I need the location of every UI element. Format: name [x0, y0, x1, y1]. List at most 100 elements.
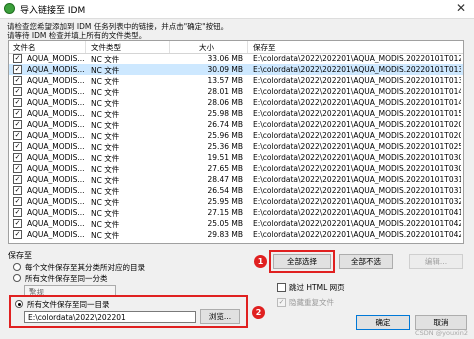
header-save-to[interactable]: 保存至	[253, 42, 276, 53]
row-checkbox[interactable]: ✓	[13, 54, 22, 63]
table-row[interactable]: ✓ AQUA_MODIS... NC 文件 25.36 MB E:\colordata\…	[9, 141, 463, 152]
row-file-name: AQUA_MODIS...	[27, 186, 85, 195]
table-row[interactable]: ✓ AQUA_MODIS... NC 文件 19.51 MB E:\colordata\…	[9, 152, 463, 163]
row-save-path: E:\colordata\2022\202201\AQUA_MODIS.2022…	[253, 164, 461, 173]
row-checkbox[interactable]: ✓	[13, 131, 22, 140]
radio-save-by-category-label: 每个文件保存至其分类所对应的目录	[25, 263, 145, 272]
table-row[interactable]: ✓ AQUA_MODIS... NC 文件 25.95 MB E:\colordata\…	[9, 196, 463, 207]
row-checkbox[interactable]: ✓	[13, 175, 22, 184]
row-file-name: AQUA_MODIS...	[27, 120, 85, 129]
table-row[interactable]: ✓ AQUA_MODIS... NC 文件 28.06 MB E:\colordata\…	[9, 97, 463, 108]
row-size: 33.06 MB	[207, 54, 243, 63]
row-file-name: AQUA_MODIS...	[27, 230, 85, 239]
radio-save-by-category[interactable]	[13, 263, 21, 271]
highlight-box-1	[269, 250, 335, 273]
table-row[interactable]: ✓ AQUA_MODIS... NC 文件 28.01 MB E:\colordata\…	[9, 86, 463, 97]
row-save-path: E:\colordata\2022\202201\AQUA_MODIS.2022…	[253, 197, 461, 206]
table-row[interactable]: ✓ AQUA_MODIS... NC 文件 28.47 MB E:\colordata\…	[9, 174, 463, 185]
deselect-all-button[interactable]: 全部不选	[339, 254, 393, 269]
table-row[interactable]: ✓ AQUA_MODIS... NC 文件 27.15 MB E:\colordata\…	[9, 207, 463, 218]
row-file-name: AQUA_MODIS...	[27, 65, 85, 74]
ok-button[interactable]: 确定	[356, 315, 410, 330]
row-size: 29.83 MB	[207, 230, 243, 239]
idm-app-icon	[4, 3, 15, 14]
row-file-name: AQUA_MODIS...	[27, 175, 85, 184]
row-save-path: E:\colordata\2022\202201\AQUA_MODIS.2022…	[253, 87, 461, 96]
file-list[interactable]: 文件名 文件类型 大小 保存至 ✓ AQUA_MODIS... NC 文件 33.06…	[8, 40, 464, 244]
table-row[interactable]: ✓ AQUA_MODIS... NC 文件 30.09 MB E:\colordata\…	[9, 64, 463, 75]
radio-save-same-category[interactable]	[13, 274, 21, 282]
row-size: 28.47 MB	[207, 175, 243, 184]
row-size: 25.05 MB	[207, 219, 243, 228]
row-checkbox[interactable]: ✓	[13, 208, 22, 217]
hide-duplicates-checkbox[interactable]: ✓	[277, 298, 286, 307]
row-save-path: E:\colordata\2022\202201\AQUA_MODIS.2022…	[253, 65, 461, 74]
row-file-name: AQUA_MODIS...	[27, 131, 85, 140]
row-save-path: E:\colordata\2022\202201\AQUA_MODIS.2022…	[253, 219, 461, 228]
row-file-name: AQUA_MODIS...	[27, 87, 85, 96]
table-row[interactable]: ✓ AQUA_MODIS... NC 文件 27.65 MB E:\colordata\…	[9, 163, 463, 174]
row-size: 19.51 MB	[207, 153, 243, 162]
hide-duplicates-label: 隐藏重复文件	[289, 298, 334, 307]
row-size: 27.15 MB	[207, 208, 243, 217]
edit-button[interactable]: 编辑...	[409, 254, 463, 269]
skip-html-label: 跳过 HTML 网页	[289, 283, 345, 292]
row-save-path: E:\colordata\2022\202201\AQUA_MODIS.2022…	[253, 175, 461, 184]
watermark: CSDN @youxin2	[415, 329, 468, 337]
table-row[interactable]: ✓ AQUA_MODIS... NC 文件 25.05 MB E:\colordata\…	[9, 218, 463, 229]
window-title: 导入链接至 IDM	[20, 6, 86, 16]
row-checkbox[interactable]: ✓	[13, 98, 22, 107]
row-checkbox[interactable]: ✓	[13, 164, 22, 173]
header-file-type[interactable]: 文件类型	[91, 42, 121, 53]
cancel-button[interactable]: 取消	[415, 315, 467, 330]
row-checkbox[interactable]: ✓	[13, 76, 22, 85]
row-file-name: AQUA_MODIS...	[27, 153, 85, 162]
row-save-path: E:\colordata\2022\202201\AQUA_MODIS.2022…	[253, 54, 461, 63]
row-save-path: E:\colordata\2022\202201\AQUA_MODIS.2022…	[253, 153, 461, 162]
table-row[interactable]: ✓ AQUA_MODIS... NC 文件 25.96 MB E:\colordata\…	[9, 130, 463, 141]
row-checkbox[interactable]: ✓	[13, 120, 22, 129]
row-checkbox[interactable]: ✓	[13, 109, 22, 118]
table-row[interactable]: ✓ AQUA_MODIS... NC 文件 13.57 MB E:\colordata\…	[9, 75, 463, 86]
row-file-name: AQUA_MODIS...	[27, 142, 85, 151]
row-checkbox[interactable]: ✓	[13, 197, 22, 206]
row-size: 25.96 MB	[207, 131, 243, 140]
row-checkbox[interactable]: ✓	[13, 65, 22, 74]
annotation-badge-1: 1	[254, 255, 267, 268]
title-bar: 导入链接至 IDM ✕	[0, 0, 474, 19]
row-file-name: AQUA_MODIS...	[27, 208, 85, 217]
radio-save-same-category-label: 所有文件保存至同一分类	[25, 274, 108, 283]
table-row[interactable]: ✓ AQUA_MODIS... NC 文件 25.98 MB E:\colordata\…	[9, 108, 463, 119]
row-checkbox[interactable]: ✓	[13, 186, 22, 195]
row-checkbox[interactable]: ✓	[13, 230, 22, 239]
table-row[interactable]: ✓ AQUA_MODIS... NC 文件 29.83 MB E:\colordata\…	[9, 229, 463, 240]
row-size: 27.65 MB	[207, 164, 243, 173]
table-row[interactable]: ✓ AQUA_MODIS... NC 文件 33.06 MB E:\colordata\…	[9, 53, 463, 64]
row-file-type: NC 文件	[91, 231, 120, 240]
annotation-badge-2: 2	[252, 306, 265, 319]
header-size[interactable]: 大小	[199, 42, 214, 53]
row-checkbox[interactable]: ✓	[13, 219, 22, 228]
row-size: 13.57 MB	[207, 76, 243, 85]
row-file-name: AQUA_MODIS...	[27, 164, 85, 173]
row-size: 28.01 MB	[207, 87, 243, 96]
row-file-name: AQUA_MODIS...	[27, 54, 85, 63]
close-button[interactable]: ✕	[448, 0, 474, 18]
header-file-name[interactable]: 文件名	[13, 42, 36, 53]
table-row[interactable]: ✓ AQUA_MODIS... NC 文件 26.74 MB E:\colordata\…	[9, 119, 463, 130]
row-size: 26.74 MB	[207, 120, 243, 129]
row-file-name: AQUA_MODIS...	[27, 76, 85, 85]
row-size: 25.36 MB	[207, 142, 243, 151]
row-checkbox[interactable]: ✓	[13, 87, 22, 96]
row-file-name: AQUA_MODIS...	[27, 98, 85, 107]
table-row[interactable]: ✓ AQUA_MODIS... NC 文件 26.54 MB E:\colordata\…	[9, 185, 463, 196]
row-checkbox[interactable]: ✓	[13, 142, 22, 151]
skip-html-checkbox[interactable]	[277, 283, 286, 292]
row-size: 30.09 MB	[207, 65, 243, 74]
highlight-box-2	[9, 295, 248, 328]
row-size: 26.54 MB	[207, 186, 243, 195]
row-save-path: E:\colordata\2022\202201\AQUA_MODIS.2022…	[253, 186, 461, 195]
save-group-label: 保存至	[8, 251, 32, 260]
row-checkbox[interactable]: ✓	[13, 153, 22, 162]
row-size: 25.98 MB	[207, 109, 243, 118]
